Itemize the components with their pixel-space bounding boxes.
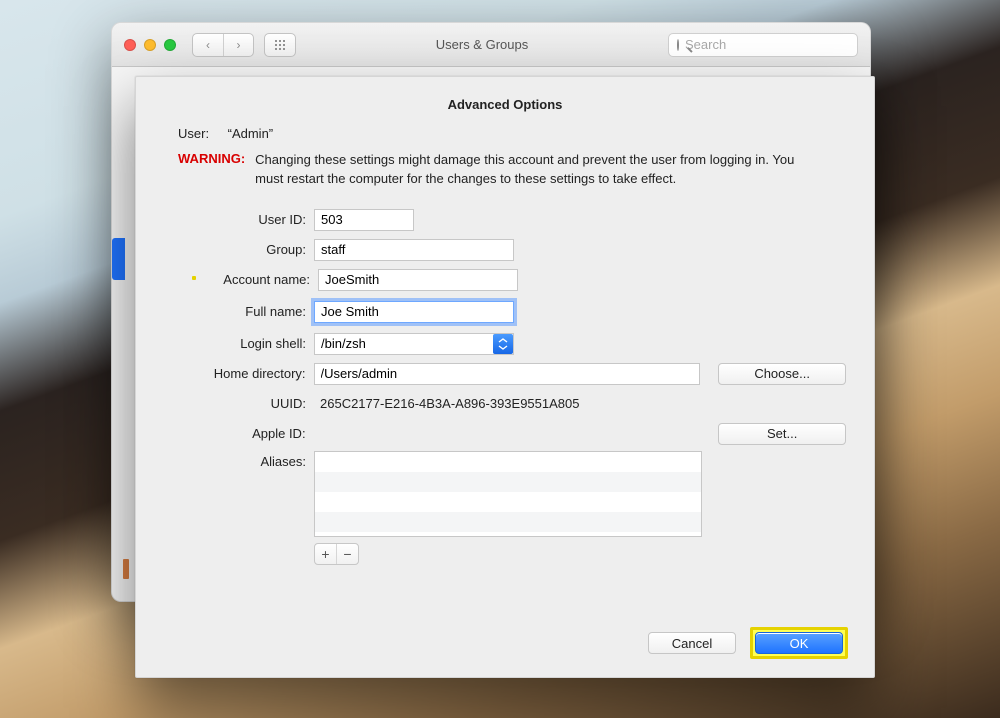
show-all-button[interactable] xyxy=(264,33,296,57)
full-name-field[interactable] xyxy=(314,301,514,323)
label-uuid: UUID: xyxy=(164,396,314,411)
advanced-options-sheet: Advanced Options User: “Admin” WARNING: … xyxy=(135,76,875,678)
search-field[interactable] xyxy=(668,33,858,57)
list-item[interactable] xyxy=(315,512,701,532)
search-input[interactable] xyxy=(685,37,861,52)
highlight-ok: OK xyxy=(750,627,848,659)
window-titlebar: ‹ › Users & Groups xyxy=(112,23,870,67)
account-name-row: Account name: xyxy=(164,265,846,295)
ok-button[interactable]: OK xyxy=(755,632,843,654)
choose-button[interactable]: Choose... xyxy=(718,363,846,385)
label-aliases: Aliases: xyxy=(164,451,314,469)
warning-text: Changing these settings might damage thi… xyxy=(255,151,826,189)
label-group: Group: xyxy=(164,242,314,257)
forward-button[interactable]: › xyxy=(223,34,253,56)
form-area: User ID: Group: Account name: Full name:… xyxy=(164,205,846,565)
zoom-icon[interactable] xyxy=(164,39,176,51)
set-button[interactable]: Set... xyxy=(718,423,846,445)
warning-row: WARNING: Changing these settings might d… xyxy=(178,151,826,189)
cancel-button[interactable]: Cancel xyxy=(648,632,736,654)
search-icon xyxy=(677,39,679,51)
user-value: “Admin” xyxy=(228,126,274,141)
label-apple-id: Apple ID: xyxy=(164,426,314,441)
user-label: User: xyxy=(178,126,224,141)
sheet-title: Advanced Options xyxy=(164,97,846,112)
list-item[interactable] xyxy=(315,452,701,472)
aliases-plus-minus: + − xyxy=(314,543,359,565)
aliases-listbox[interactable] xyxy=(314,451,702,537)
traffic-lights xyxy=(124,39,176,51)
sheet-footer: Cancel OK xyxy=(648,627,848,659)
home-directory-field[interactable] xyxy=(314,363,701,385)
group-field[interactable] xyxy=(314,239,514,261)
window-title: Users & Groups xyxy=(306,37,658,52)
user-id-field[interactable] xyxy=(314,209,414,231)
label-full-name: Full name: xyxy=(164,304,314,319)
list-item[interactable] xyxy=(315,472,701,492)
label-user-id: User ID: xyxy=(164,212,314,227)
list-item[interactable] xyxy=(315,492,701,512)
minimize-icon[interactable] xyxy=(144,39,156,51)
sidebar-lock-hint xyxy=(123,559,129,579)
nav-back-forward: ‹ › xyxy=(192,33,254,57)
login-shell-field[interactable] xyxy=(314,333,514,355)
grid-icon xyxy=(274,39,286,51)
account-name-field[interactable] xyxy=(318,269,518,291)
sidebar-selection-hint xyxy=(112,238,125,280)
close-icon[interactable] xyxy=(124,39,136,51)
login-shell-combo[interactable] xyxy=(314,333,514,355)
user-line: User: “Admin” xyxy=(178,126,846,141)
warning-label: WARNING: xyxy=(178,151,245,189)
label-home-directory: Home directory: xyxy=(164,366,314,381)
add-alias-button[interactable]: + xyxy=(315,544,336,564)
back-button[interactable]: ‹ xyxy=(193,34,223,56)
label-login-shell: Login shell: xyxy=(164,336,314,351)
chevron-down-icon[interactable] xyxy=(493,334,513,354)
remove-alias-button[interactable]: − xyxy=(336,544,358,564)
label-account-name: Account name: xyxy=(168,272,318,287)
uuid-value: 265C2177-E216-4B3A-A896-393E9551A805 xyxy=(314,396,579,411)
desktop-background: ‹ › Users & Groups Advanced Options User… xyxy=(0,0,1000,718)
